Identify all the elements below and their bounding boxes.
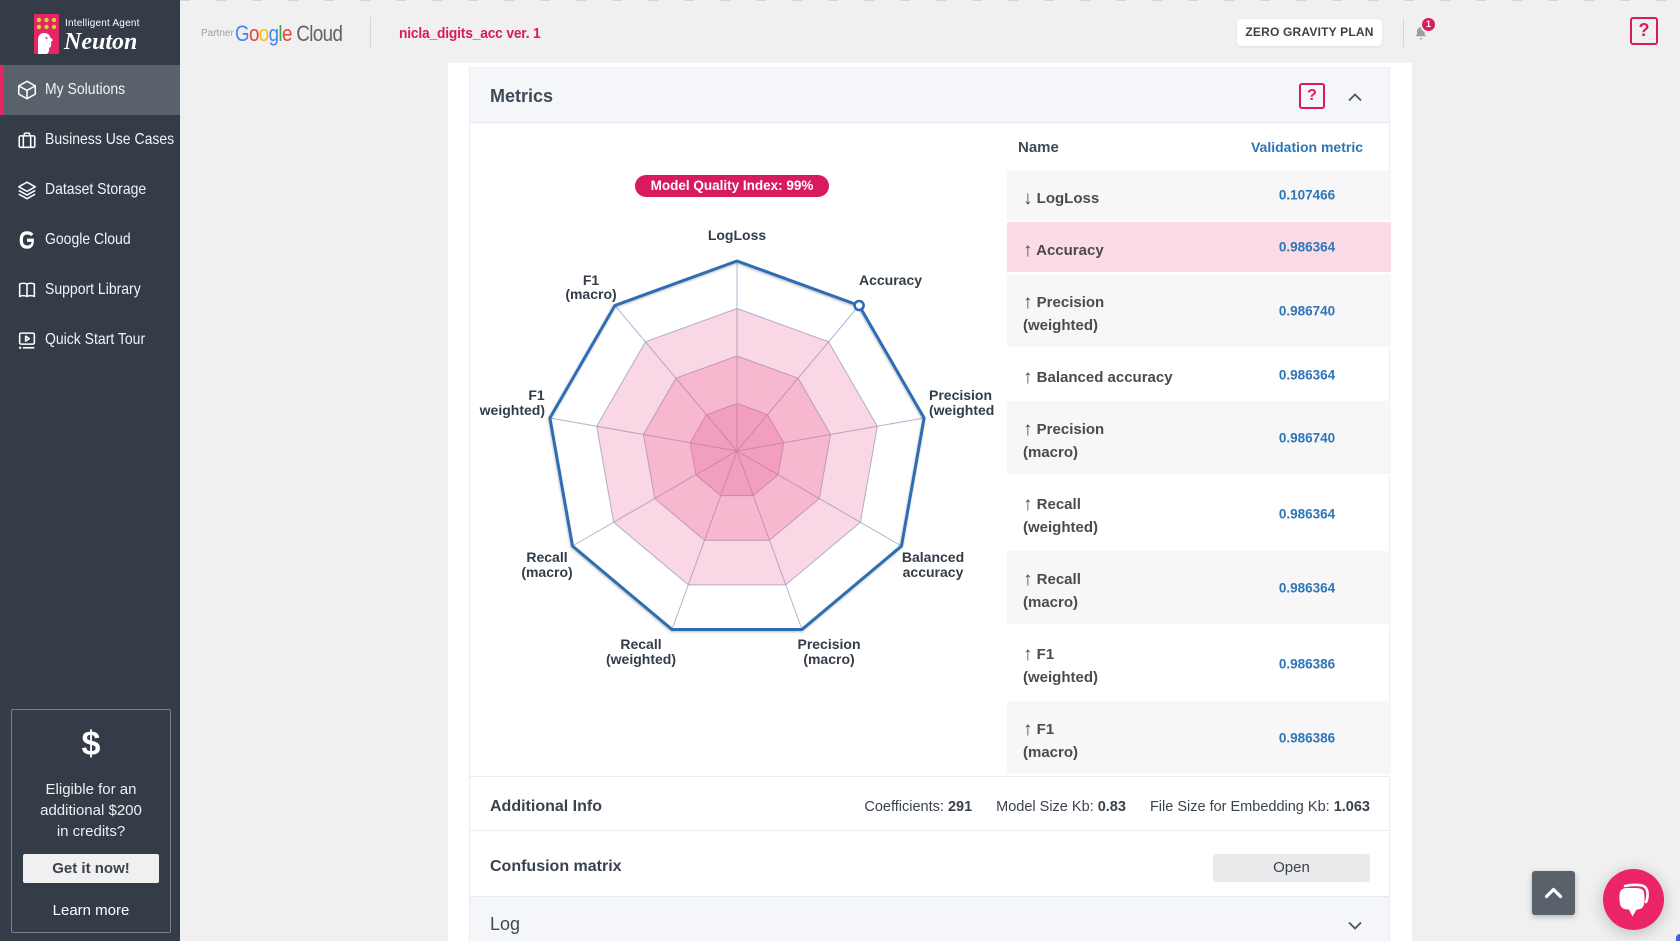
svg-text:Precision: Precision: [797, 636, 860, 652]
svg-text:Balanced: Balanced: [902, 549, 964, 565]
svg-text:(macro): (macro): [565, 286, 616, 302]
svg-text:accuracy: accuracy: [903, 564, 964, 580]
svg-text:weighted): weighted): [479, 402, 545, 418]
svg-text:(weighted: (weighted: [929, 402, 994, 418]
svg-text:LogLoss: LogLoss: [708, 227, 767, 243]
svg-text:Precision: Precision: [929, 387, 992, 403]
svg-text:(macro): (macro): [803, 651, 854, 667]
svg-text:F1: F1: [528, 387, 545, 403]
svg-text:(macro): (macro): [521, 564, 572, 580]
svg-text:Recall: Recall: [620, 636, 661, 652]
svg-text:Recall: Recall: [526, 549, 567, 565]
svg-text:(weighted): (weighted): [606, 651, 676, 667]
svg-text:Accuracy: Accuracy: [859, 272, 922, 288]
